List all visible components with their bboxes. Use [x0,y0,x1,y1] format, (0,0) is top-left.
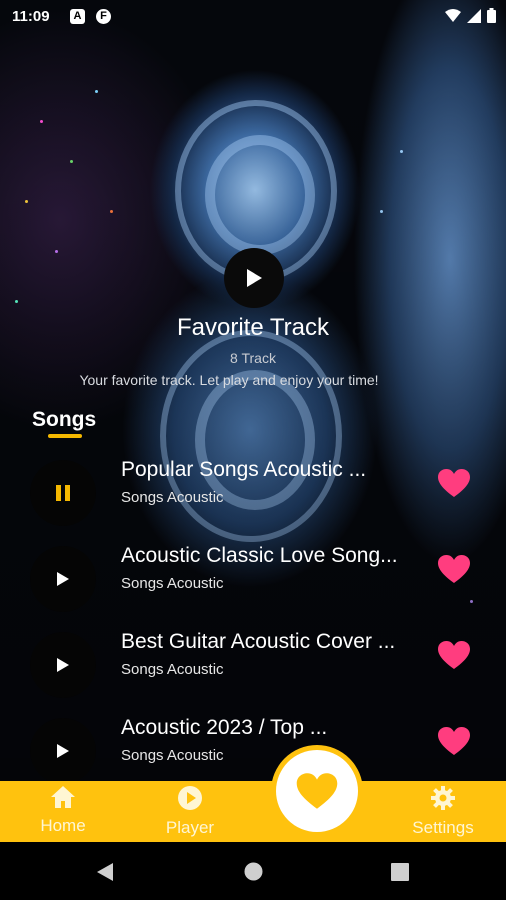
play-icon [247,269,262,287]
favorite-heart-button[interactable] [437,468,471,503]
page-title: Favorite Track [176,314,330,341]
back-icon[interactable] [96,862,114,882]
pause-icon [56,485,70,501]
gear-icon [431,786,455,810]
play-icon [57,658,69,672]
song-list-item[interactable]: Acoustic 2023 / Top ... Songs Acoustic [0,712,506,792]
battery-icon [487,8,496,23]
tab-home-label: Home [40,816,86,835]
pause-button[interactable] [30,460,96,526]
songs-section-heading: Songs [32,408,97,431]
favorites-fab-button[interactable] [276,750,358,832]
favorite-heart-button[interactable] [437,640,471,675]
recents-icon[interactable] [391,863,409,881]
heart-icon [438,555,470,583]
tab-player-label: Player [165,818,215,837]
bottom-tab-bar: Home Player Settings [0,781,506,842]
song-title: Acoustic Classic Love Song... [121,544,398,567]
favorite-heart-button[interactable] [437,554,471,589]
heart-icon [438,641,470,669]
favorite-heart-button[interactable] [437,726,471,761]
tab-settings[interactable]: Settings [403,785,483,838]
home-icon [51,786,75,808]
track-count: 8 Track [230,350,276,366]
play-button[interactable] [30,546,96,612]
system-navigation-bar [0,842,506,900]
song-title: Best Guitar Acoustic Cover ... [121,630,396,653]
song-list-item[interactable]: Best Guitar Acoustic Cover ... Songs Aco… [0,626,506,706]
song-list-item[interactable]: Popular Songs Acoustic ... Songs Acousti… [0,454,506,534]
song-title: Acoustic 2023 / Top ... [121,716,328,739]
heart-icon [438,727,470,755]
tab-player[interactable]: Player [150,785,230,838]
play-all-button[interactable] [224,248,284,308]
status-time: 11:09 [12,8,50,25]
songs-heading-underline [48,434,82,438]
song-title: Popular Songs Acoustic ... [121,458,367,481]
song-subtitle: Songs Acoustic [121,489,224,506]
song-subtitle: Songs Acoustic [121,575,224,592]
heart-icon [438,469,470,497]
tab-home[interactable]: Home [23,785,103,836]
song-subtitle: Songs Acoustic [121,661,224,678]
page-description: Your favorite track. Let play and enjoy … [79,372,379,388]
signal-icon [467,8,481,23]
heart-icon [296,773,338,809]
play-button[interactable] [30,718,96,784]
play-button[interactable] [30,632,96,698]
a-notification-icon: A [70,9,85,24]
tab-settings-label: Settings [412,818,474,837]
song-subtitle: Songs Acoustic [121,747,224,764]
wifi-icon [445,8,461,22]
song-list-item[interactable]: Acoustic Classic Love Song... Songs Acou… [0,540,506,620]
status-bar: 11:09 A F [0,0,506,34]
play-circle-icon [178,786,202,810]
home-nav-icon[interactable] [244,862,263,881]
play-icon [57,572,69,586]
play-icon [57,744,69,758]
f-notification-icon: F [96,9,111,24]
